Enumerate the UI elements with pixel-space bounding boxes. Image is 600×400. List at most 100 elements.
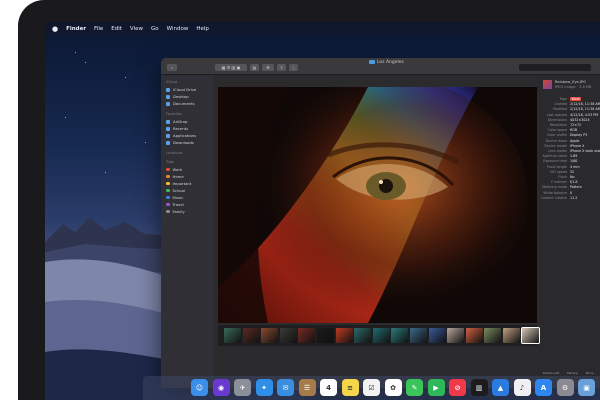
photos-icon[interactable]: ✿ (384, 379, 402, 396)
sidebar-heading-tags: Tags (166, 160, 174, 164)
sidebar-tag-travel[interactable]: Travel (166, 201, 213, 208)
apple-menu-icon[interactable]: ● (52, 22, 58, 36)
metadata-value: Pattern (570, 185, 582, 190)
notes-icon[interactable]: ≡ (341, 379, 359, 396)
rotate-left-button[interactable]: Rotate Left (543, 371, 559, 375)
music-icon[interactable]: ♪ (513, 379, 531, 396)
finder-window: Los Angeles ‹ ▦ ☰ ▥ ▣ ▤ ⚙ ⇪ ◌ iCloud iCl… (161, 58, 600, 388)
stocks-icon[interactable]: ▥ (470, 379, 488, 396)
back-forward-button[interactable]: ‹ (167, 64, 177, 71)
filmstrip-thumbnail[interactable] (447, 328, 465, 343)
metadata-key: Lens model (548, 149, 567, 153)
finder-icon[interactable]: ☺ (191, 379, 208, 396)
metadata-key: Tags (559, 97, 567, 101)
metadata-value: 32 (570, 169, 575, 174)
metadata-value: 4 mm (570, 164, 580, 169)
preview-icon[interactable]: ▣ (578, 379, 595, 396)
menu-edit[interactable]: Edit (111, 22, 122, 36)
markup-button[interactable]: Markup (567, 371, 578, 375)
sidebar-tag-home[interactable]: Home (166, 173, 213, 180)
metadata-key: Device make (545, 138, 567, 143)
sidebar-tag-school[interactable]: School (166, 187, 213, 194)
metadata-value: No (570, 175, 575, 179)
menu-finder[interactable]: Finder (66, 22, 86, 36)
facetime-icon[interactable]: ▶ (427, 379, 445, 396)
launchpad-icon[interactable]: ✈ (234, 379, 251, 396)
menu-go[interactable]: Go (151, 22, 159, 36)
menu-help[interactable]: Help (196, 22, 209, 36)
tag-dot-icon (166, 188, 170, 193)
sidebar-tag-important[interactable]: Important (166, 180, 213, 187)
sidebar-item-recents[interactable]: Recents (166, 125, 213, 132)
metadata-value: Apple (570, 138, 580, 143)
view-mode-selector[interactable]: ▦ ☰ ▥ ▣ (215, 64, 247, 71)
sidebar-item-airdrop[interactable]: AirDrop (166, 118, 213, 125)
filmstrip-thumbnail[interactable] (317, 328, 334, 343)
airdrop-icon (166, 119, 170, 124)
share-button[interactable]: ⇪ (277, 64, 286, 71)
metadata-key: Content Creator (540, 195, 567, 200)
sidebar-item-applications[interactable]: Applications (166, 132, 213, 139)
file-thumbnail (543, 80, 552, 89)
sidebar-item-downloads[interactable]: Downloads (166, 139, 213, 146)
action-button[interactable]: ⚙ (262, 64, 274, 71)
dock: ☺ ◉ ✈ ✦ ✉ ☰ 4 ≡ ☑ ✿ ✎ ▶ ⊘ ▥ ▲ ♪ A ⚙ ▣ (143, 376, 600, 400)
contacts-icon[interactable]: ☰ (298, 379, 316, 396)
menu-bar: ● Finder File Edit View Go Window Help (45, 22, 600, 36)
menu-view[interactable]: View (130, 22, 143, 36)
reminders-icon[interactable]: ☑ (363, 379, 380, 396)
cloud-icon (166, 87, 170, 92)
app-store-icon[interactable]: A (535, 379, 552, 396)
sidebar-item-icloud-drive[interactable]: iCloud Drive (166, 86, 213, 93)
filmstrip-thumbnail[interactable] (410, 328, 427, 343)
filmstrip-thumbnail[interactable] (391, 328, 409, 343)
menu-file[interactable]: File (94, 22, 103, 36)
filmstrip-thumbnail[interactable] (520, 327, 540, 344)
filmstrip-thumbnail[interactable] (484, 328, 502, 343)
filmstrip-thumbnail[interactable] (428, 328, 446, 343)
metadata-value: 11.2 (570, 195, 578, 200)
calendar-icon[interactable]: 4 (320, 379, 337, 396)
filmstrip-thumbnail[interactable] (465, 328, 483, 343)
more-button[interactable]: More... (586, 371, 596, 375)
tag-button[interactable]: ◌ (289, 64, 298, 71)
safari-icon[interactable]: ✦ (255, 379, 273, 396)
sidebar-item-documents[interactable]: Documents (166, 100, 213, 107)
metadata-value: 0 (570, 190, 573, 195)
filmstrip-thumbnail[interactable] (261, 328, 279, 343)
tag-dot-icon (166, 202, 170, 207)
metadata-key: Dimensions (547, 117, 567, 122)
metadata-row: Content Creator 11.2 (539, 196, 600, 201)
sidebar-tag-music[interactable]: Music (166, 194, 213, 201)
sidebar-tag-family[interactable]: Family (166, 208, 213, 215)
filmstrip-thumbnail[interactable] (298, 328, 316, 343)
group-button[interactable]: ▤ (250, 64, 259, 71)
menu-window[interactable]: Window (167, 22, 189, 36)
file-info: JPEG image · 3.8 MB (555, 84, 592, 89)
metadata-value: f/1.8 (570, 180, 578, 185)
sidebar-item-desktop[interactable]: Desktop (166, 93, 213, 100)
filmstrip-thumbnail[interactable] (279, 328, 297, 343)
metadata-key: Resolution (549, 123, 567, 127)
filmstrip-thumbnail[interactable] (242, 328, 260, 343)
metadata-key: Created (553, 102, 567, 107)
clock-icon (166, 126, 170, 131)
metadata-value: 2/12/18, 11:38 AM (570, 107, 600, 112)
system-preferences-icon[interactable]: ⚙ (556, 379, 574, 396)
sidebar-tag-work[interactable]: Work (166, 166, 213, 173)
news-icon[interactable]: ⊘ (449, 379, 466, 396)
messages-icon[interactable]: ✎ (406, 379, 423, 396)
filmstrip-thumbnail[interactable] (503, 328, 520, 343)
keynote-icon[interactable]: ▲ (492, 379, 509, 396)
document-icon (166, 101, 170, 106)
metadata-value: RGB (570, 128, 578, 133)
metadata-key: Focal length (546, 164, 567, 169)
siri-icon[interactable]: ◉ (212, 379, 230, 396)
filmstrip-thumbnail[interactable] (335, 328, 353, 343)
filmstrip-thumbnail[interactable] (354, 328, 372, 343)
filmstrip-thumbnail[interactable] (224, 328, 241, 343)
filmstrip-thumbnail[interactable] (372, 328, 390, 343)
gallery-preview-image[interactable] (218, 87, 537, 323)
mail-icon[interactable]: ✉ (277, 379, 294, 396)
search-field[interactable] (519, 64, 591, 71)
